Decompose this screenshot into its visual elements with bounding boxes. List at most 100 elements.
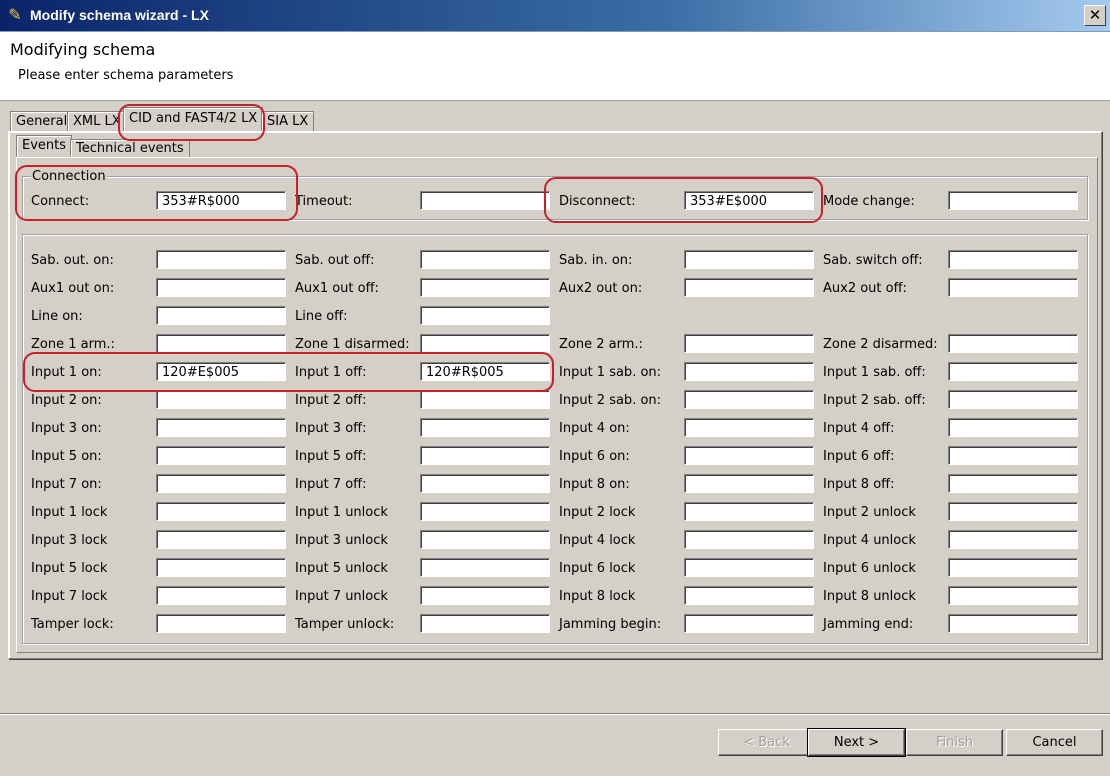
input-7-lock-label: Input 7 lock <box>31 589 108 604</box>
tab-general[interactable]: General <box>10 111 74 132</box>
tamper-lock-input[interactable] <box>156 614 286 633</box>
input-6-lock-label: Input 6 lock <box>559 561 636 576</box>
tamper-unlock-input[interactable] <box>420 614 550 633</box>
zone-2-disarmed-input[interactable] <box>948 334 1078 353</box>
input-5-off-input[interactable] <box>420 446 550 465</box>
input-7-off-input[interactable] <box>420 474 550 493</box>
jamming-end-input[interactable] <box>948 614 1078 633</box>
back-button[interactable]: < Back <box>718 729 815 756</box>
input-1-sab-on-input[interactable] <box>684 362 814 381</box>
tab-xml-lx[interactable]: XML LX <box>67 111 127 132</box>
finish-button[interactable]: Finish <box>906 729 1003 756</box>
input-8-on-input[interactable] <box>684 474 814 493</box>
input-6-off-input[interactable] <box>948 446 1078 465</box>
aux2-out-on-label: Aux2 out on: <box>559 281 643 296</box>
input-4-on-input[interactable] <box>684 418 814 437</box>
input-7-unlock-input[interactable] <box>420 586 550 605</box>
jamming-begin-input[interactable] <box>684 614 814 633</box>
input-1-off-input[interactable]: 120#R$005 <box>420 362 550 381</box>
input-3-unlock-label: Input 3 unlock <box>295 533 388 548</box>
mode-change-label: Mode change: <box>823 194 915 209</box>
line-off-input[interactable] <box>420 306 550 325</box>
input-5-on-input[interactable] <box>156 446 286 465</box>
input-2-sab-off-label: Input 2 sab. off: <box>823 393 926 408</box>
sab-switch-off-label: Sab. switch off: <box>823 253 923 268</box>
next-button[interactable]: Next > <box>807 728 906 757</box>
tab-cid-fast[interactable]: CID and FAST4/2 LX <box>123 107 264 132</box>
input-4-off-label: Input 4 off: <box>823 421 895 436</box>
input-3-on-input[interactable] <box>156 418 286 437</box>
input-6-off-label: Input 6 off: <box>823 449 895 464</box>
input-3-lock-label: Input 3 lock <box>31 533 108 548</box>
zone-1-arm-input[interactable] <box>156 334 286 353</box>
input-7-unlock-label: Input 7 unlock <box>295 589 388 604</box>
window-title: Modify schema wizard - LX <box>30 7 209 23</box>
input-3-unlock-input[interactable] <box>420 530 550 549</box>
disconnect-input[interactable]: 353#E$000 <box>684 191 814 210</box>
input-2-sab-on-input[interactable] <box>684 390 814 409</box>
input-7-on-label: Input 7 on: <box>31 477 102 492</box>
input-2-off-input[interactable] <box>420 390 550 409</box>
input-7-off-label: Input 7 off: <box>295 477 367 492</box>
aux2-out-off-input[interactable] <box>948 278 1078 297</box>
input-8-unlock-input[interactable] <box>948 586 1078 605</box>
timeout-label: Timeout: <box>295 194 353 209</box>
input-1-unlock-input[interactable] <box>420 502 550 521</box>
input-2-off-label: Input 2 off: <box>295 393 367 408</box>
input-7-lock-input[interactable] <box>156 586 286 605</box>
aux1-out-off-label: Aux1 out off: <box>295 281 379 296</box>
wizard-header: Modifying schema Please enter schema par… <box>0 32 1110 101</box>
aux1-out-on-input[interactable] <box>156 278 286 297</box>
input-2-unlock-label: Input 2 unlock <box>823 505 916 520</box>
input-3-on-label: Input 3 on: <box>31 421 102 436</box>
input-8-lock-label: Input 8 lock <box>559 589 636 604</box>
zone-2-arm-input[interactable] <box>684 334 814 353</box>
sab-out-on-input[interactable] <box>156 250 286 269</box>
tamper-unlock-label: Tamper unlock: <box>295 617 395 632</box>
input-3-lock-input[interactable] <box>156 530 286 549</box>
input-5-lock-input[interactable] <box>156 558 286 577</box>
input-2-sab-on-label: Input 2 sab. on: <box>559 393 662 408</box>
input-1-lock-input[interactable] <box>156 502 286 521</box>
input-8-lock-input[interactable] <box>684 586 814 605</box>
app-icon: ✎ <box>8 5 22 24</box>
jamming-end-label: Jamming end: <box>823 617 914 632</box>
subtab-events[interactable]: Events <box>16 135 73 158</box>
sab-in-on-input[interactable] <box>684 250 814 269</box>
timeout-input[interactable] <box>420 191 550 210</box>
input-1-sab-off-input[interactable] <box>948 362 1078 381</box>
input-2-unlock-input[interactable] <box>948 502 1078 521</box>
aux2-out-on-input[interactable] <box>684 278 814 297</box>
aux1-out-off-input[interactable] <box>420 278 550 297</box>
input-7-on-input[interactable] <box>156 474 286 493</box>
input-2-sab-off-input[interactable] <box>948 390 1078 409</box>
zone-1-disarmed-input[interactable] <box>420 334 550 353</box>
sab-switch-off-input[interactable] <box>948 250 1078 269</box>
input-8-unlock-label: Input 8 unlock <box>823 589 916 604</box>
input-1-on-input[interactable]: 120#E$005 <box>156 362 286 381</box>
input-6-lock-input[interactable] <box>684 558 814 577</box>
input-2-on-input[interactable] <box>156 390 286 409</box>
input-6-unlock-input[interactable] <box>948 558 1078 577</box>
subtab-technical-events[interactable]: Technical events <box>70 139 190 158</box>
cancel-button[interactable]: Cancel <box>1006 729 1103 756</box>
input-5-unlock-input[interactable] <box>420 558 550 577</box>
input-2-lock-label: Input 2 lock <box>559 505 636 520</box>
line-on-input[interactable] <box>156 306 286 325</box>
input-4-off-input[interactable] <box>948 418 1078 437</box>
input-3-off-input[interactable] <box>420 418 550 437</box>
disconnect-label: Disconnect: <box>559 194 636 209</box>
input-4-unlock-input[interactable] <box>948 530 1078 549</box>
connection-legend: Connection <box>31 169 107 184</box>
close-button[interactable]: ✕ <box>1084 5 1106 26</box>
aux1-out-on-label: Aux1 out on: <box>31 281 115 296</box>
input-2-lock-input[interactable] <box>684 502 814 521</box>
input-8-off-input[interactable] <box>948 474 1078 493</box>
connect-input[interactable]: 353#R$000 <box>156 191 286 210</box>
footer-separator <box>0 713 1110 715</box>
mode-change-input[interactable] <box>948 191 1078 210</box>
tab-sia-lx[interactable]: SIA LX <box>261 111 315 132</box>
input-6-on-input[interactable] <box>684 446 814 465</box>
input-4-lock-input[interactable] <box>684 530 814 549</box>
sab-out-off-input[interactable] <box>420 250 550 269</box>
